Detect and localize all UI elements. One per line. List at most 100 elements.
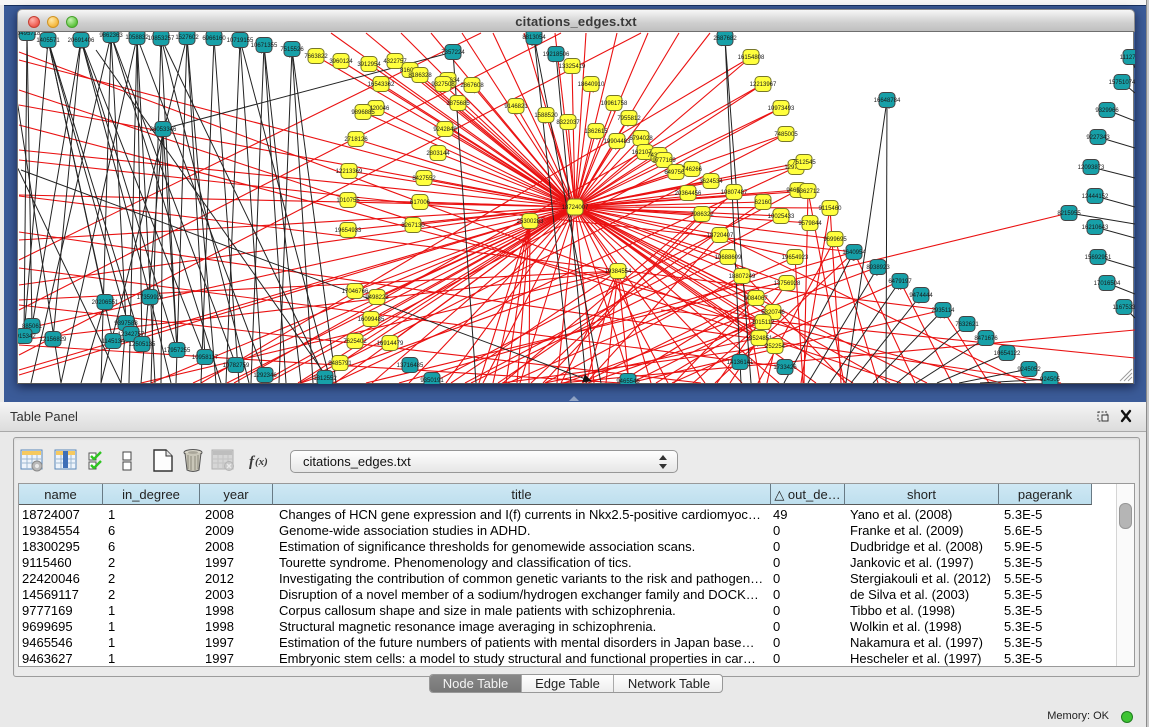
svg-text:9115460: 9115460 — [819, 206, 843, 212]
svg-text:1588520: 1588520 — [534, 113, 558, 119]
svg-text:2718126: 2718126 — [344, 137, 368, 143]
svg-text:19904483: 19904483 — [604, 139, 631, 145]
svg-text:7632621: 7632621 — [955, 322, 979, 328]
svg-text:9485791: 9485791 — [328, 361, 352, 367]
svg-text:18807249: 18807249 — [729, 274, 756, 280]
svg-text:1362615: 1362615 — [584, 129, 608, 135]
svg-text:10671355: 10671355 — [251, 43, 278, 49]
svg-text:1733426: 1733426 — [773, 365, 797, 371]
svg-text:746266: 746266 — [682, 167, 703, 173]
svg-text:8427552: 8427552 — [412, 176, 436, 182]
svg-text:6966160: 6966160 — [202, 36, 226, 42]
svg-text:20495718: 20495718 — [18, 32, 41, 37]
svg-text:7625402: 7625402 — [343, 339, 367, 345]
svg-text:9350191: 9350191 — [420, 378, 444, 384]
svg-text:8938923: 8938923 — [866, 265, 890, 271]
svg-text:13716485: 13716485 — [397, 363, 424, 369]
svg-text:1015112: 1015112 — [752, 320, 776, 326]
svg-text:18720407: 18720407 — [707, 233, 734, 239]
svg-text:20364456: 20364456 — [675, 191, 702, 197]
svg-text:10853257: 10853257 — [148, 36, 175, 42]
svg-text:10782759: 10782759 — [223, 363, 250, 369]
svg-text:9227343: 9227343 — [1086, 135, 1110, 141]
svg-text:1527602: 1527602 — [175, 35, 199, 41]
svg-text:9465546: 9465546 — [616, 379, 640, 384]
svg-text:2867608: 2867608 — [460, 83, 484, 89]
svg-text:1167533: 1167533 — [1113, 305, 1135, 311]
svg-text:10973493: 10973493 — [768, 106, 795, 112]
svg-text:7512545: 7512545 — [792, 160, 816, 166]
svg-text:9084067: 9084067 — [744, 296, 768, 302]
svg-text:19654923: 19654923 — [782, 255, 809, 261]
svg-text:15692951: 15692951 — [1085, 255, 1112, 261]
svg-text:9245052: 9245052 — [1017, 367, 1041, 373]
svg-text:6479197: 6479197 — [888, 279, 912, 285]
svg-text:12213967: 12213967 — [750, 82, 777, 88]
svg-text:3267130: 3267130 — [401, 223, 425, 229]
svg-text:9498222: 9498222 — [365, 295, 389, 301]
svg-text:7663822: 7663822 — [304, 54, 328, 60]
svg-text:17957255: 17957255 — [164, 348, 191, 354]
svg-text:7986322: 7986322 — [690, 212, 714, 218]
svg-text:19654933: 19654933 — [335, 228, 362, 234]
svg-text:62160: 62160 — [755, 200, 772, 206]
svg-text:12444152: 12444152 — [1082, 194, 1109, 200]
svg-text:9242848: 9242848 — [433, 127, 457, 133]
svg-text:3875685: 3875685 — [446, 101, 470, 107]
svg-text:9896885: 9896885 — [351, 110, 375, 116]
svg-text:17016504: 17016504 — [1094, 281, 1121, 287]
svg-text:12213369: 12213369 — [336, 169, 363, 175]
svg-text:2687682: 2687682 — [713, 36, 737, 42]
svg-text:14136141: 14136141 — [727, 360, 754, 366]
svg-text:26053346: 26053346 — [150, 127, 177, 133]
svg-text:20206551: 20206551 — [92, 300, 119, 306]
svg-text:8322037: 8322037 — [556, 120, 580, 126]
svg-text:16210643: 16210643 — [1082, 225, 1109, 231]
svg-text:8813054: 8813054 — [522, 35, 546, 41]
svg-text:12093873: 12093873 — [1078, 165, 1105, 171]
svg-text:924505: 924505 — [1040, 377, 1061, 383]
svg-text:1058832: 1058832 — [125, 35, 149, 41]
svg-text:16099485: 16099485 — [358, 317, 385, 323]
svg-text:1145134: 1145134 — [102, 339, 126, 345]
svg-text:7955812: 7955812 — [617, 116, 641, 122]
svg-text:8215955: 8215955 — [1057, 211, 1081, 217]
svg-text:2803144: 2803144 — [426, 151, 450, 157]
svg-text:20691406: 20691406 — [68, 38, 95, 44]
svg-text:10961758: 10961758 — [601, 101, 628, 107]
svg-text:617006: 617006 — [410, 200, 431, 206]
svg-text:1010755: 1010755 — [336, 198, 360, 204]
svg-text:9329966: 9329966 — [1095, 108, 1119, 114]
svg-text:18724007: 18724007 — [562, 205, 589, 211]
svg-text:9474444: 9474444 — [909, 293, 933, 299]
svg-text:1812552: 1812552 — [313, 376, 337, 382]
svg-text:16914479: 16914479 — [377, 341, 404, 347]
svg-text:8471676: 8471676 — [974, 336, 998, 342]
svg-text:7485005: 7485005 — [774, 132, 798, 138]
svg-text:13325419: 13325419 — [559, 64, 586, 70]
svg-text:19218506: 19218506 — [543, 52, 570, 58]
svg-text:16543362: 16543362 — [368, 82, 395, 88]
svg-text:9579844: 9579844 — [798, 221, 822, 227]
svg-text:10688609: 10688609 — [715, 255, 742, 261]
svg-text:25300283: 25300283 — [517, 219, 544, 225]
svg-text:19384554: 19384554 — [605, 269, 632, 275]
svg-text:7515526: 7515526 — [280, 47, 304, 53]
svg-text:1640954: 1640954 — [842, 250, 866, 256]
svg-text:9699695: 9699695 — [823, 237, 847, 243]
svg-text:9146821: 9146821 — [504, 104, 528, 110]
svg-text:1405571: 1405571 — [36, 38, 60, 44]
svg-text:9862363: 9862363 — [99, 33, 123, 39]
svg-text:12505135: 12505135 — [129, 342, 156, 348]
svg-text:8186328: 8186328 — [408, 73, 432, 79]
svg-text:3915342: 3915342 — [18, 334, 36, 340]
svg-text:10807487: 10807487 — [721, 190, 748, 196]
svg-text:13756928: 13756928 — [774, 281, 801, 287]
svg-text:6794028: 6794028 — [629, 136, 653, 142]
svg-text:3912954: 3912954 — [357, 62, 381, 68]
svg-text:1292346: 1292346 — [253, 373, 277, 379]
svg-text:3960124: 3960124 — [329, 59, 353, 65]
svg-text:10958117: 10958117 — [192, 355, 219, 361]
svg-text:5362712: 5362712 — [796, 189, 820, 195]
svg-text:10654122: 10654122 — [994, 351, 1021, 357]
